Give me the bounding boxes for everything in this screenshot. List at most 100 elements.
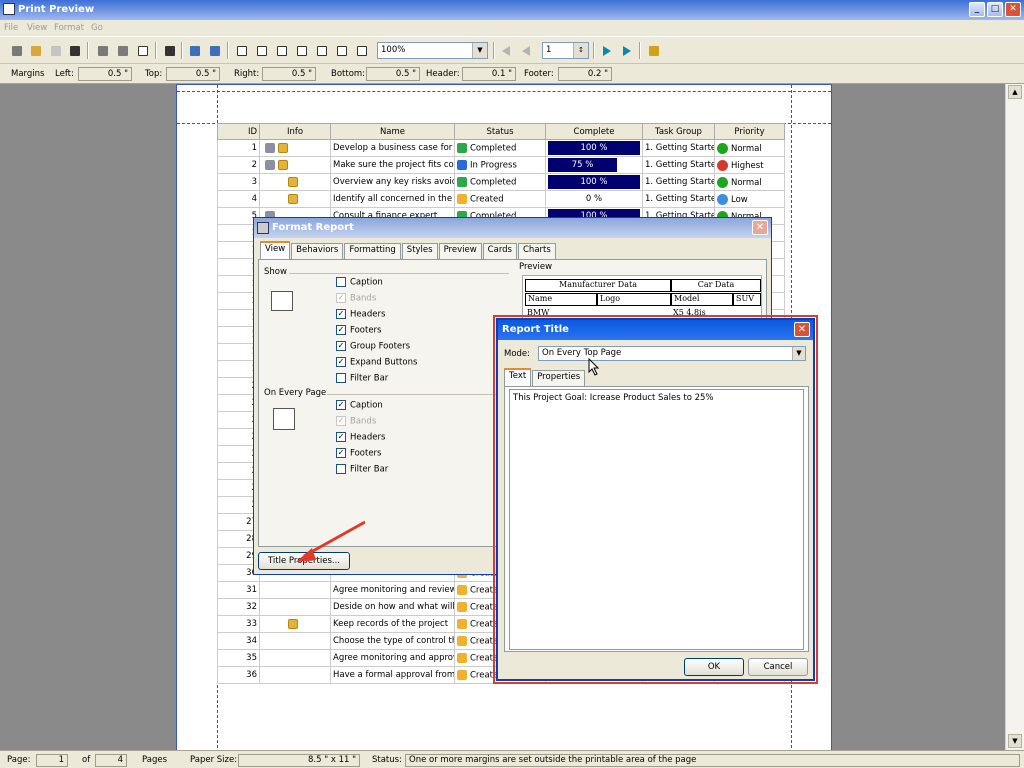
menu-file[interactable]: File: [4, 23, 18, 33]
format-report-titlebar[interactable]: Format Report ✕: [254, 218, 771, 238]
checkbox-box[interactable]: ✓: [336, 325, 346, 335]
multi-pages-icon[interactable]: [313, 42, 329, 58]
save-disabled-icon[interactable]: [47, 42, 63, 58]
exit-icon[interactable]: [645, 42, 661, 58]
show-group-footers-checkbox[interactable]: ✓ Group Footers: [336, 341, 410, 355]
checkbox-box[interactable]: ✓: [336, 309, 346, 319]
tab-formatting[interactable]: Formatting: [344, 243, 401, 259]
wide-pages-icon[interactable]: [293, 42, 309, 58]
scroll-up-icon[interactable]: ▲: [1008, 85, 1022, 99]
tab-view[interactable]: View: [260, 241, 291, 259]
row-name: Identify all concerned in the pro: [330, 190, 455, 208]
quick-print-icon[interactable]: [114, 42, 130, 58]
open-icon[interactable]: [27, 42, 43, 58]
book-icon[interactable]: [134, 42, 150, 58]
checkbox-box[interactable]: ✓: [336, 400, 346, 410]
row-info: [259, 156, 331, 174]
cancel-button[interactable]: Cancel: [748, 658, 808, 676]
red-arrow-annotation: [296, 520, 366, 562]
table-row[interactable]: 4 Identify all concerned in the pro Create…: [217, 190, 785, 208]
column-header[interactable]: Task Group: [642, 123, 715, 140]
menu-go[interactable]: Go: [91, 23, 103, 33]
prev-page-icon[interactable]: [518, 42, 534, 58]
table-row[interactable]: 1 Develop a business case for the Complete…: [217, 139, 785, 157]
mode-select[interactable]: On Every Top Page ▼: [538, 346, 806, 361]
checkbox-box[interactable]: [336, 373, 346, 383]
show-caption-checkbox[interactable]: Caption: [336, 277, 383, 291]
every-page-footers-checkbox[interactable]: ✓ Footers: [336, 448, 381, 462]
one-page-icon[interactable]: [233, 42, 249, 58]
tab-charts[interactable]: Charts: [518, 243, 556, 259]
every-page-filter-bar-checkbox[interactable]: Filter Bar: [336, 464, 388, 478]
column-header[interactable]: Status: [454, 123, 546, 140]
left-margin-input[interactable]: 0.5 ": [78, 67, 132, 81]
top-margin-input[interactable]: 0.5 ": [166, 67, 220, 81]
row-name: Deside on how and what will be: [330, 598, 455, 616]
title-text-area[interactable]: This Project Goal: Icrease Product Sales…: [509, 389, 804, 650]
last-page-icon[interactable]: [619, 42, 635, 58]
tab-cards[interactable]: Cards: [482, 243, 517, 259]
show-filter-bar-checkbox[interactable]: Filter Bar: [336, 373, 388, 387]
tab-preview[interactable]: Preview: [438, 243, 482, 259]
print-icon[interactable]: [94, 42, 110, 58]
column-header[interactable]: Complete: [545, 123, 643, 140]
header-margin-input[interactable]: 0.1 ": [462, 67, 516, 81]
menu-format[interactable]: Format: [54, 23, 84, 33]
page-setup-icon[interactable]: [186, 42, 202, 58]
chevron-down-icon[interactable]: ▼: [472, 43, 487, 58]
vertical-scrollbar[interactable]: ▲ ▼: [1005, 84, 1024, 750]
tab-properties[interactable]: Properties: [532, 370, 586, 386]
row-complete: 100 %: [545, 139, 643, 157]
first-page-icon[interactable]: [498, 42, 514, 58]
column-header[interactable]: Info: [259, 123, 331, 140]
checkbox-box[interactable]: ✓: [336, 357, 346, 367]
show-footers-checkbox[interactable]: ✓ Footers: [336, 325, 381, 339]
tab-text[interactable]: Text: [504, 368, 532, 386]
ok-button[interactable]: OK: [684, 658, 744, 676]
scroll-down-icon[interactable]: ▼: [1008, 734, 1022, 748]
four-pages-icon[interactable]: [273, 42, 289, 58]
column-header[interactable]: Priority: [714, 123, 785, 140]
maximize-button[interactable]: □: [987, 2, 1003, 17]
report-title-close-button[interactable]: ✕: [794, 322, 810, 337]
menu-view[interactable]: View: [27, 23, 47, 33]
zoom-page-icon[interactable]: [353, 42, 369, 58]
tab-behaviors[interactable]: Behaviors: [291, 243, 344, 259]
two-pages-icon[interactable]: [253, 42, 269, 58]
minimize-button[interactable]: _: [969, 2, 985, 17]
settings-icon[interactable]: [8, 42, 24, 58]
column-header[interactable]: ID: [217, 123, 260, 140]
footer-margin-input[interactable]: 0.2 ": [558, 67, 612, 81]
tab-styles[interactable]: Styles: [401, 243, 438, 259]
save-icon[interactable]: [66, 42, 82, 58]
format-report-close-button[interactable]: ✕: [752, 220, 768, 235]
mode-label: Mode:: [504, 349, 531, 359]
thumbnails-icon[interactable]: [333, 42, 349, 58]
checkbox-box[interactable]: ✓: [336, 432, 346, 442]
checkbox-label: Footers: [350, 325, 382, 336]
column-header[interactable]: Name: [330, 123, 455, 140]
right-margin-input[interactable]: 0.5 ": [262, 67, 316, 81]
show-expand-buttons-checkbox[interactable]: ✓ Expand Buttons: [336, 357, 417, 371]
report-title-titlebar[interactable]: Report Title ✕: [498, 320, 813, 340]
window-titlebar[interactable]: Print Preview _ □ ✕: [0, 0, 1024, 20]
page-number-input[interactable]: 1 ↕: [542, 42, 589, 59]
grid-icon[interactable]: [161, 42, 177, 58]
bottom-margin-input[interactable]: 0.5 ": [366, 67, 420, 81]
table-row[interactable]: 3 Overview any key risks avoiding Complete…: [217, 173, 785, 191]
checkbox-box[interactable]: ✓: [336, 341, 346, 351]
table-row[interactable]: 2 Make sure the project fits comp In Progr…: [217, 156, 785, 174]
show-headers-checkbox[interactable]: ✓ Headers: [336, 309, 385, 323]
checkbox-box[interactable]: [336, 464, 346, 474]
chevron-down-icon[interactable]: ▼: [792, 347, 805, 360]
close-button[interactable]: ✕: [1005, 2, 1021, 17]
checkbox-label: Expand Buttons: [350, 357, 418, 368]
every-page-headers-checkbox[interactable]: ✓ Headers: [336, 432, 385, 446]
next-page-icon[interactable]: [599, 42, 615, 58]
spin-icon[interactable]: ↕: [573, 43, 588, 58]
every-page-caption-checkbox[interactable]: ✓ Caption: [336, 400, 383, 414]
checkbox-box[interactable]: ✓: [336, 448, 346, 458]
zoom-combo[interactable]: 100% ▼: [377, 42, 488, 59]
format-icon[interactable]: [206, 42, 222, 58]
checkbox-box[interactable]: [336, 277, 346, 287]
